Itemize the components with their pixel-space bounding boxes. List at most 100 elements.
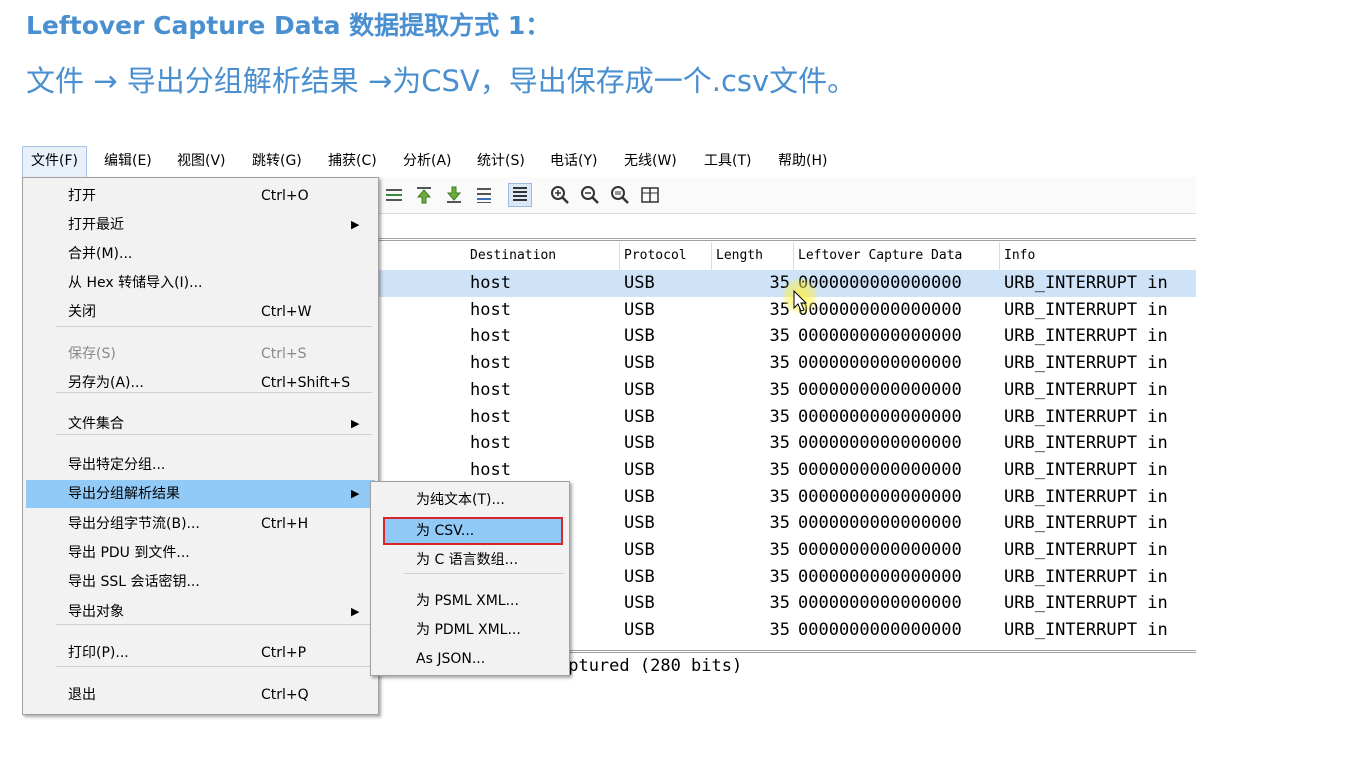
cell-info: URB_INTERRUPT in xyxy=(1004,379,1168,400)
submenu-item-as-plain-text[interactable]: 为纯文本(T)... xyxy=(374,486,566,514)
column-header-leftover-capture-data[interactable]: Leftover Capture Data xyxy=(794,242,1000,270)
cell-destination: host xyxy=(470,299,511,320)
column-header-destination[interactable]: Destination xyxy=(466,242,620,270)
menu-item-label: 从 Hex 转储导入(I)... xyxy=(68,275,203,291)
submenu-item-label: 为 CSV... xyxy=(416,523,475,539)
menu-separator xyxy=(56,666,372,667)
last-packet-icon[interactable] xyxy=(444,185,464,205)
cell-info: URB_INTERRUPT in xyxy=(1004,459,1168,480)
submenu-item-as-psml-xml[interactable]: 为 PSML XML... xyxy=(374,587,566,615)
menu-item-shortcut: Ctrl+S xyxy=(261,346,307,362)
menu-help[interactable]: 帮助(H) xyxy=(770,146,835,177)
autoscroll-icon[interactable] xyxy=(474,185,494,205)
menu-item-print[interactable]: 打印(P)... Ctrl+P xyxy=(26,639,375,667)
main-toolbar xyxy=(378,177,1196,214)
submenu-item-as-pdml-xml[interactable]: 为 PDML XML... xyxy=(374,616,566,644)
menu-item-label: 打开 xyxy=(68,188,96,204)
cell-destination: host xyxy=(470,433,511,454)
cell-protocol: USB xyxy=(624,459,655,480)
cell-protocol: USB xyxy=(624,486,655,507)
table-row[interactable]: host USB 35 0000000000000000 URB_INTERRUPT i… xyxy=(378,323,1196,350)
menu-separator xyxy=(56,392,372,393)
submenu-item-as-c-arrays[interactable]: 为 C 语言数组... xyxy=(374,546,566,574)
menu-item-export-bytes[interactable]: 导出分组字节流(B)... Ctrl+H xyxy=(26,510,375,538)
cell-info: URB_INTERRUPT in xyxy=(1004,353,1168,374)
cell-leftover-data: 0000000000000000 xyxy=(798,299,962,320)
cell-info: URB_INTERRUPT in xyxy=(1004,326,1168,347)
menu-item-export-ssl-keys[interactable]: 导出 SSL 会话密钥... xyxy=(26,568,375,596)
menu-analyze[interactable]: 分析(A) xyxy=(395,146,460,177)
zoom-in-icon[interactable] xyxy=(550,185,570,205)
display-filter-bar[interactable] xyxy=(378,214,1196,241)
cell-protocol: USB xyxy=(624,433,655,454)
cell-info: URB_INTERRUPT in xyxy=(1004,620,1168,641)
cell-info: URB_INTERRUPT in xyxy=(1004,593,1168,614)
cell-length: 35 xyxy=(769,406,790,427)
cell-destination: host xyxy=(470,379,511,400)
menu-item-open[interactable]: 打开 Ctrl+O xyxy=(26,182,375,210)
submenu-item-as-json[interactable]: As JSON... xyxy=(374,645,566,673)
mouse-cursor-icon xyxy=(793,290,807,312)
menu-tools[interactable]: 工具(T) xyxy=(696,146,759,177)
cell-leftover-data: 0000000000000000 xyxy=(798,379,962,400)
menu-statistics[interactable]: 统计(S) xyxy=(469,146,533,177)
menu-item-export-objects[interactable]: 导出对象 ▶ xyxy=(26,598,375,626)
menu-separator xyxy=(56,624,372,625)
menu-go[interactable]: 跳转(G) xyxy=(244,146,310,177)
resize-columns-icon[interactable] xyxy=(640,185,660,205)
cell-length: 35 xyxy=(769,540,790,560)
submenu-arrow-icon: ▶ xyxy=(351,218,360,231)
menu-item-label: 打印(P)... xyxy=(68,645,129,661)
menu-item-export-specified[interactable]: 导出特定分组... xyxy=(26,451,375,479)
table-row[interactable]: host USB 35 0000000000000000 URB_INTERRUPT i… xyxy=(378,404,1196,431)
menu-item-export-pdu[interactable]: 导出 PDU 到文件... xyxy=(26,539,375,567)
cell-destination: host xyxy=(470,353,511,374)
menu-wireless[interactable]: 无线(W) xyxy=(616,146,685,177)
cell-protocol: USB xyxy=(624,379,655,400)
menu-separator xyxy=(56,434,372,435)
column-header-length[interactable]: Length xyxy=(712,242,794,270)
zoom-normal-icon[interactable] xyxy=(610,185,630,205)
cell-length: 35 xyxy=(769,486,790,507)
menu-item-export-dissections[interactable]: 导出分组解析结果 ▶ xyxy=(26,480,375,508)
menu-item-quit[interactable]: 退出 Ctrl+Q xyxy=(26,681,375,709)
menu-edit[interactable]: 编辑(E) xyxy=(96,146,160,177)
submenu-item-as-csv[interactable]: 为 CSV... xyxy=(383,517,563,545)
cell-destination: host xyxy=(470,326,511,347)
menu-item-save[interactable]: 保存(S) Ctrl+S xyxy=(26,340,375,368)
menu-item-shortcut: Ctrl+O xyxy=(261,188,309,204)
zoom-out-icon[interactable] xyxy=(580,185,600,205)
cell-length: 35 xyxy=(769,353,790,374)
menu-capture[interactable]: 捕获(C) xyxy=(320,146,385,177)
cell-length: 35 xyxy=(769,513,790,534)
cell-length: 35 xyxy=(769,620,790,641)
file-menu-dropdown: 打开 Ctrl+O 打开最近 ▶ 合并(M)... 从 Hex 转储导入(I)... 关闭 C… xyxy=(22,177,379,715)
cell-info: URB_INTERRUPT in xyxy=(1004,433,1168,454)
cell-info: URB_INTERRUPT in xyxy=(1004,406,1168,427)
column-header-info[interactable]: Info xyxy=(1000,242,1196,270)
menu-item-import-hex[interactable]: 从 Hex 转储导入(I)... xyxy=(26,269,375,297)
first-packet-icon[interactable] xyxy=(414,185,434,205)
menu-view[interactable]: 视图(V) xyxy=(169,146,234,177)
cell-protocol: USB xyxy=(624,273,655,293)
table-row[interactable]: host USB 35 0000000000000000 URB_INTERRUPT i… xyxy=(378,377,1196,404)
submenu-item-label: As JSON... xyxy=(416,651,486,667)
table-row[interactable]: host USB 35 0000000000000000 URB_INTERRUPT i… xyxy=(378,430,1196,457)
slide-subtitle: 文件 → 导出分组解析结果 →为CSV，导出保存成一个.csv文件。 xyxy=(26,64,857,98)
menu-item-close[interactable]: 关闭 Ctrl+W xyxy=(26,298,375,326)
menu-item-open-recent[interactable]: 打开最近 ▶ xyxy=(26,211,375,239)
table-row[interactable]: host USB 35 0000000000000000 URB_INTERRUPT i… xyxy=(378,457,1196,484)
menu-item-label: 退出 xyxy=(68,687,96,703)
table-row[interactable]: host USB 35 0000000000000000 URB_INTERRUPT i… xyxy=(378,350,1196,377)
menu-telephony[interactable]: 电话(Y) xyxy=(542,146,605,177)
submenu-arrow-icon: ▶ xyxy=(351,487,360,500)
menu-file[interactable]: 文件(F) xyxy=(22,146,87,177)
menu-item-merge[interactable]: 合并(M)... xyxy=(26,240,375,268)
cell-length: 35 xyxy=(769,433,790,454)
cell-leftover-data: 0000000000000000 xyxy=(798,620,962,641)
cell-leftover-data: 0000000000000000 xyxy=(798,486,962,507)
column-header-protocol[interactable]: Protocol xyxy=(620,242,712,270)
go-to-packet-icon[interactable] xyxy=(384,185,404,205)
colorize-icon[interactable] xyxy=(508,183,532,207)
menu-item-label: 导出特定分组... xyxy=(68,457,166,473)
